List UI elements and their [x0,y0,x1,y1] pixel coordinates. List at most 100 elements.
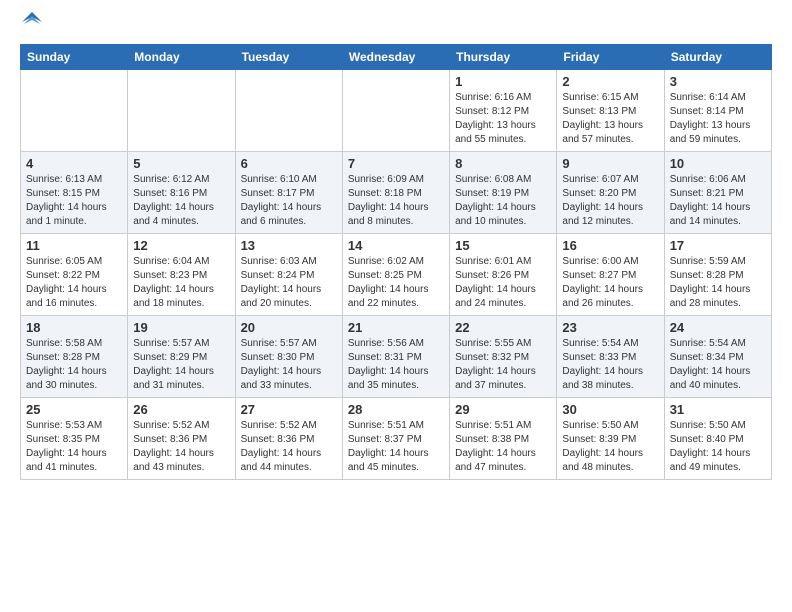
day-of-week-header: Thursday [450,44,557,69]
calendar-day-cell [21,69,128,151]
day-info: Sunrise: 6:16 AMSunset: 8:12 PMDaylight:… [455,91,551,147]
day-of-week-header: Saturday [664,44,771,69]
day-number: 24 [670,320,766,335]
day-info: Sunrise: 5:57 AMSunset: 8:29 PMDaylight:… [133,337,229,393]
calendar-day-cell: 25 Sunrise: 5:53 AMSunset: 8:35 PMDayligh… [21,397,128,479]
calendar-day-cell: 1 Sunrise: 6:16 AMSunset: 8:12 PMDaylight… [450,69,557,151]
day-number: 16 [562,238,658,253]
calendar-week-row: 1 Sunrise: 6:16 AMSunset: 8:12 PMDaylight… [21,69,772,151]
calendar-day-cell: 24 Sunrise: 5:54 AMSunset: 8:34 PMDayligh… [664,315,771,397]
day-info: Sunrise: 5:57 AMSunset: 8:30 PMDaylight:… [241,337,337,393]
calendar-day-cell: 23Sunrise: 5:54 AMSunset: 8:33 PMDayligh… [557,315,664,397]
calendar-day-cell [235,69,342,151]
calendar-day-cell: 17 Sunrise: 5:59 AMSunset: 8:28 PMDayligh… [664,233,771,315]
calendar-day-cell [342,69,449,151]
calendar-day-cell: 10 Sunrise: 6:06 AMSunset: 8:21 PMDayligh… [664,151,771,233]
day-number: 10 [670,156,766,171]
day-info: Sunrise: 6:03 AMSunset: 8:24 PMDaylight:… [241,255,337,311]
day-of-week-header: Tuesday [235,44,342,69]
day-number: 8 [455,156,551,171]
day-of-week-header: Friday [557,44,664,69]
day-number: 31 [670,402,766,417]
day-info: Sunrise: 5:59 AMSunset: 8:28 PMDaylight:… [670,255,766,311]
day-number: 18 [26,320,122,335]
day-number: 13 [241,238,337,253]
day-info: Sunrise: 5:58 AMSunset: 8:28 PMDaylight:… [26,337,122,393]
day-number: 21 [348,320,444,335]
calendar-day-cell: 18 Sunrise: 5:58 AMSunset: 8:28 PMDayligh… [21,315,128,397]
calendar-week-row: 4 Sunrise: 6:13 AMSunset: 8:15 PMDaylight… [21,151,772,233]
day-info: Sunrise: 6:09 AMSunset: 8:18 PMDaylight:… [348,173,444,229]
day-of-week-header: Monday [128,44,235,69]
day-info: Sunrise: 5:51 AMSunset: 8:38 PMDaylight:… [455,419,551,475]
calendar-day-cell: 8 Sunrise: 6:08 AMSunset: 8:19 PMDaylight… [450,151,557,233]
day-info: Sunrise: 5:55 AMSunset: 8:32 PMDaylight:… [455,337,551,393]
day-number: 17 [670,238,766,253]
day-number: 28 [348,402,444,417]
day-number: 4 [26,156,122,171]
day-number: 19 [133,320,229,335]
day-info: Sunrise: 6:01 AMSunset: 8:26 PMDaylight:… [455,255,551,311]
day-info: Sunrise: 5:54 AMSunset: 8:34 PMDaylight:… [670,337,766,393]
day-number: 12 [133,238,229,253]
day-number: 3 [670,74,766,89]
calendar-day-cell: 12Sunrise: 6:04 AMSunset: 8:23 PMDayligh… [128,233,235,315]
calendar-day-cell: 21 Sunrise: 5:56 AMSunset: 8:31 PMDayligh… [342,315,449,397]
calendar-table: SundayMondayTuesdayWednesdayThursdayFrid… [20,44,772,480]
calendar-day-cell: 30Sunrise: 5:50 AMSunset: 8:39 PMDayligh… [557,397,664,479]
calendar-day-cell: 19 Sunrise: 5:57 AMSunset: 8:29 PMDayligh… [128,315,235,397]
day-number: 2 [562,74,658,89]
day-number: 9 [562,156,658,171]
calendar-day-cell: 26 Sunrise: 5:52 AMSunset: 8:36 PMDayligh… [128,397,235,479]
day-info: Sunrise: 6:00 AMSunset: 8:27 PMDaylight:… [562,255,658,311]
day-number: 11 [26,238,122,253]
day-info: Sunrise: 6:15 AMSunset: 8:13 PMDaylight:… [562,91,658,147]
day-number: 27 [241,402,337,417]
day-info: Sunrise: 6:10 AMSunset: 8:17 PMDaylight:… [241,173,337,229]
day-info: Sunrise: 5:56 AMSunset: 8:31 PMDaylight:… [348,337,444,393]
day-info: Sunrise: 5:53 AMSunset: 8:35 PMDaylight:… [26,419,122,475]
day-info: Sunrise: 5:52 AMSunset: 8:36 PMDaylight:… [241,419,337,475]
day-number: 30 [562,402,658,417]
day-info: Sunrise: 6:08 AMSunset: 8:19 PMDaylight:… [455,173,551,229]
day-info: Sunrise: 6:06 AMSunset: 8:21 PMDaylight:… [670,173,766,229]
calendar-day-cell: 7 Sunrise: 6:09 AMSunset: 8:18 PMDaylight… [342,151,449,233]
day-number: 6 [241,156,337,171]
calendar-day-cell: 4 Sunrise: 6:13 AMSunset: 8:15 PMDaylight… [21,151,128,233]
day-info: Sunrise: 6:07 AMSunset: 8:20 PMDaylight:… [562,173,658,229]
calendar-day-cell: 16 Sunrise: 6:00 AMSunset: 8:27 PMDayligh… [557,233,664,315]
calendar-week-row: 25 Sunrise: 5:53 AMSunset: 8:35 PMDayligh… [21,397,772,479]
calendar-day-cell: 9 Sunrise: 6:07 AMSunset: 8:20 PMDaylight… [557,151,664,233]
calendar-day-cell: 3 Sunrise: 6:14 AMSunset: 8:14 PMDaylight… [664,69,771,151]
calendar-day-cell: 6 Sunrise: 6:10 AMSunset: 8:17 PMDaylight… [235,151,342,233]
day-info: Sunrise: 6:14 AMSunset: 8:14 PMDaylight:… [670,91,766,147]
day-number: 1 [455,74,551,89]
calendar-day-cell: 2 Sunrise: 6:15 AMSunset: 8:13 PMDaylight… [557,69,664,151]
day-info: Sunrise: 5:52 AMSunset: 8:36 PMDaylight:… [133,419,229,475]
day-number: 29 [455,402,551,417]
calendar-day-cell: 11 Sunrise: 6:05 AMSunset: 8:22 PMDayligh… [21,233,128,315]
day-info: Sunrise: 6:05 AMSunset: 8:22 PMDaylight:… [26,255,122,311]
calendar-day-cell: 27 Sunrise: 5:52 AMSunset: 8:36 PMDayligh… [235,397,342,479]
day-info: Sunrise: 5:51 AMSunset: 8:37 PMDaylight:… [348,419,444,475]
calendar-day-cell: 15Sunrise: 6:01 AMSunset: 8:26 PMDayligh… [450,233,557,315]
logo-icon [22,12,42,32]
day-info: Sunrise: 5:54 AMSunset: 8:33 PMDaylight:… [562,337,658,393]
day-number: 26 [133,402,229,417]
calendar-day-cell: 29 Sunrise: 5:51 AMSunset: 8:38 PMDayligh… [450,397,557,479]
day-number: 7 [348,156,444,171]
calendar-header-row: SundayMondayTuesdayWednesdayThursdayFrid… [21,44,772,69]
day-info: Sunrise: 6:13 AMSunset: 8:15 PMDaylight:… [26,173,122,229]
day-number: 25 [26,402,122,417]
day-info: Sunrise: 6:02 AMSunset: 8:25 PMDaylight:… [348,255,444,311]
day-number: 20 [241,320,337,335]
calendar-day-cell: 31Sunrise: 5:50 AMSunset: 8:40 PMDayligh… [664,397,771,479]
day-number: 5 [133,156,229,171]
calendar-day-cell: 20 Sunrise: 5:57 AMSunset: 8:30 PMDayligh… [235,315,342,397]
calendar-day-cell: 13 Sunrise: 6:03 AMSunset: 8:24 PMDayligh… [235,233,342,315]
page-header [20,16,772,36]
day-number: 14 [348,238,444,253]
day-of-week-header: Wednesday [342,44,449,69]
calendar-day-cell: 5Sunrise: 6:12 AMSunset: 8:16 PMDaylight… [128,151,235,233]
day-of-week-header: Sunday [21,44,128,69]
